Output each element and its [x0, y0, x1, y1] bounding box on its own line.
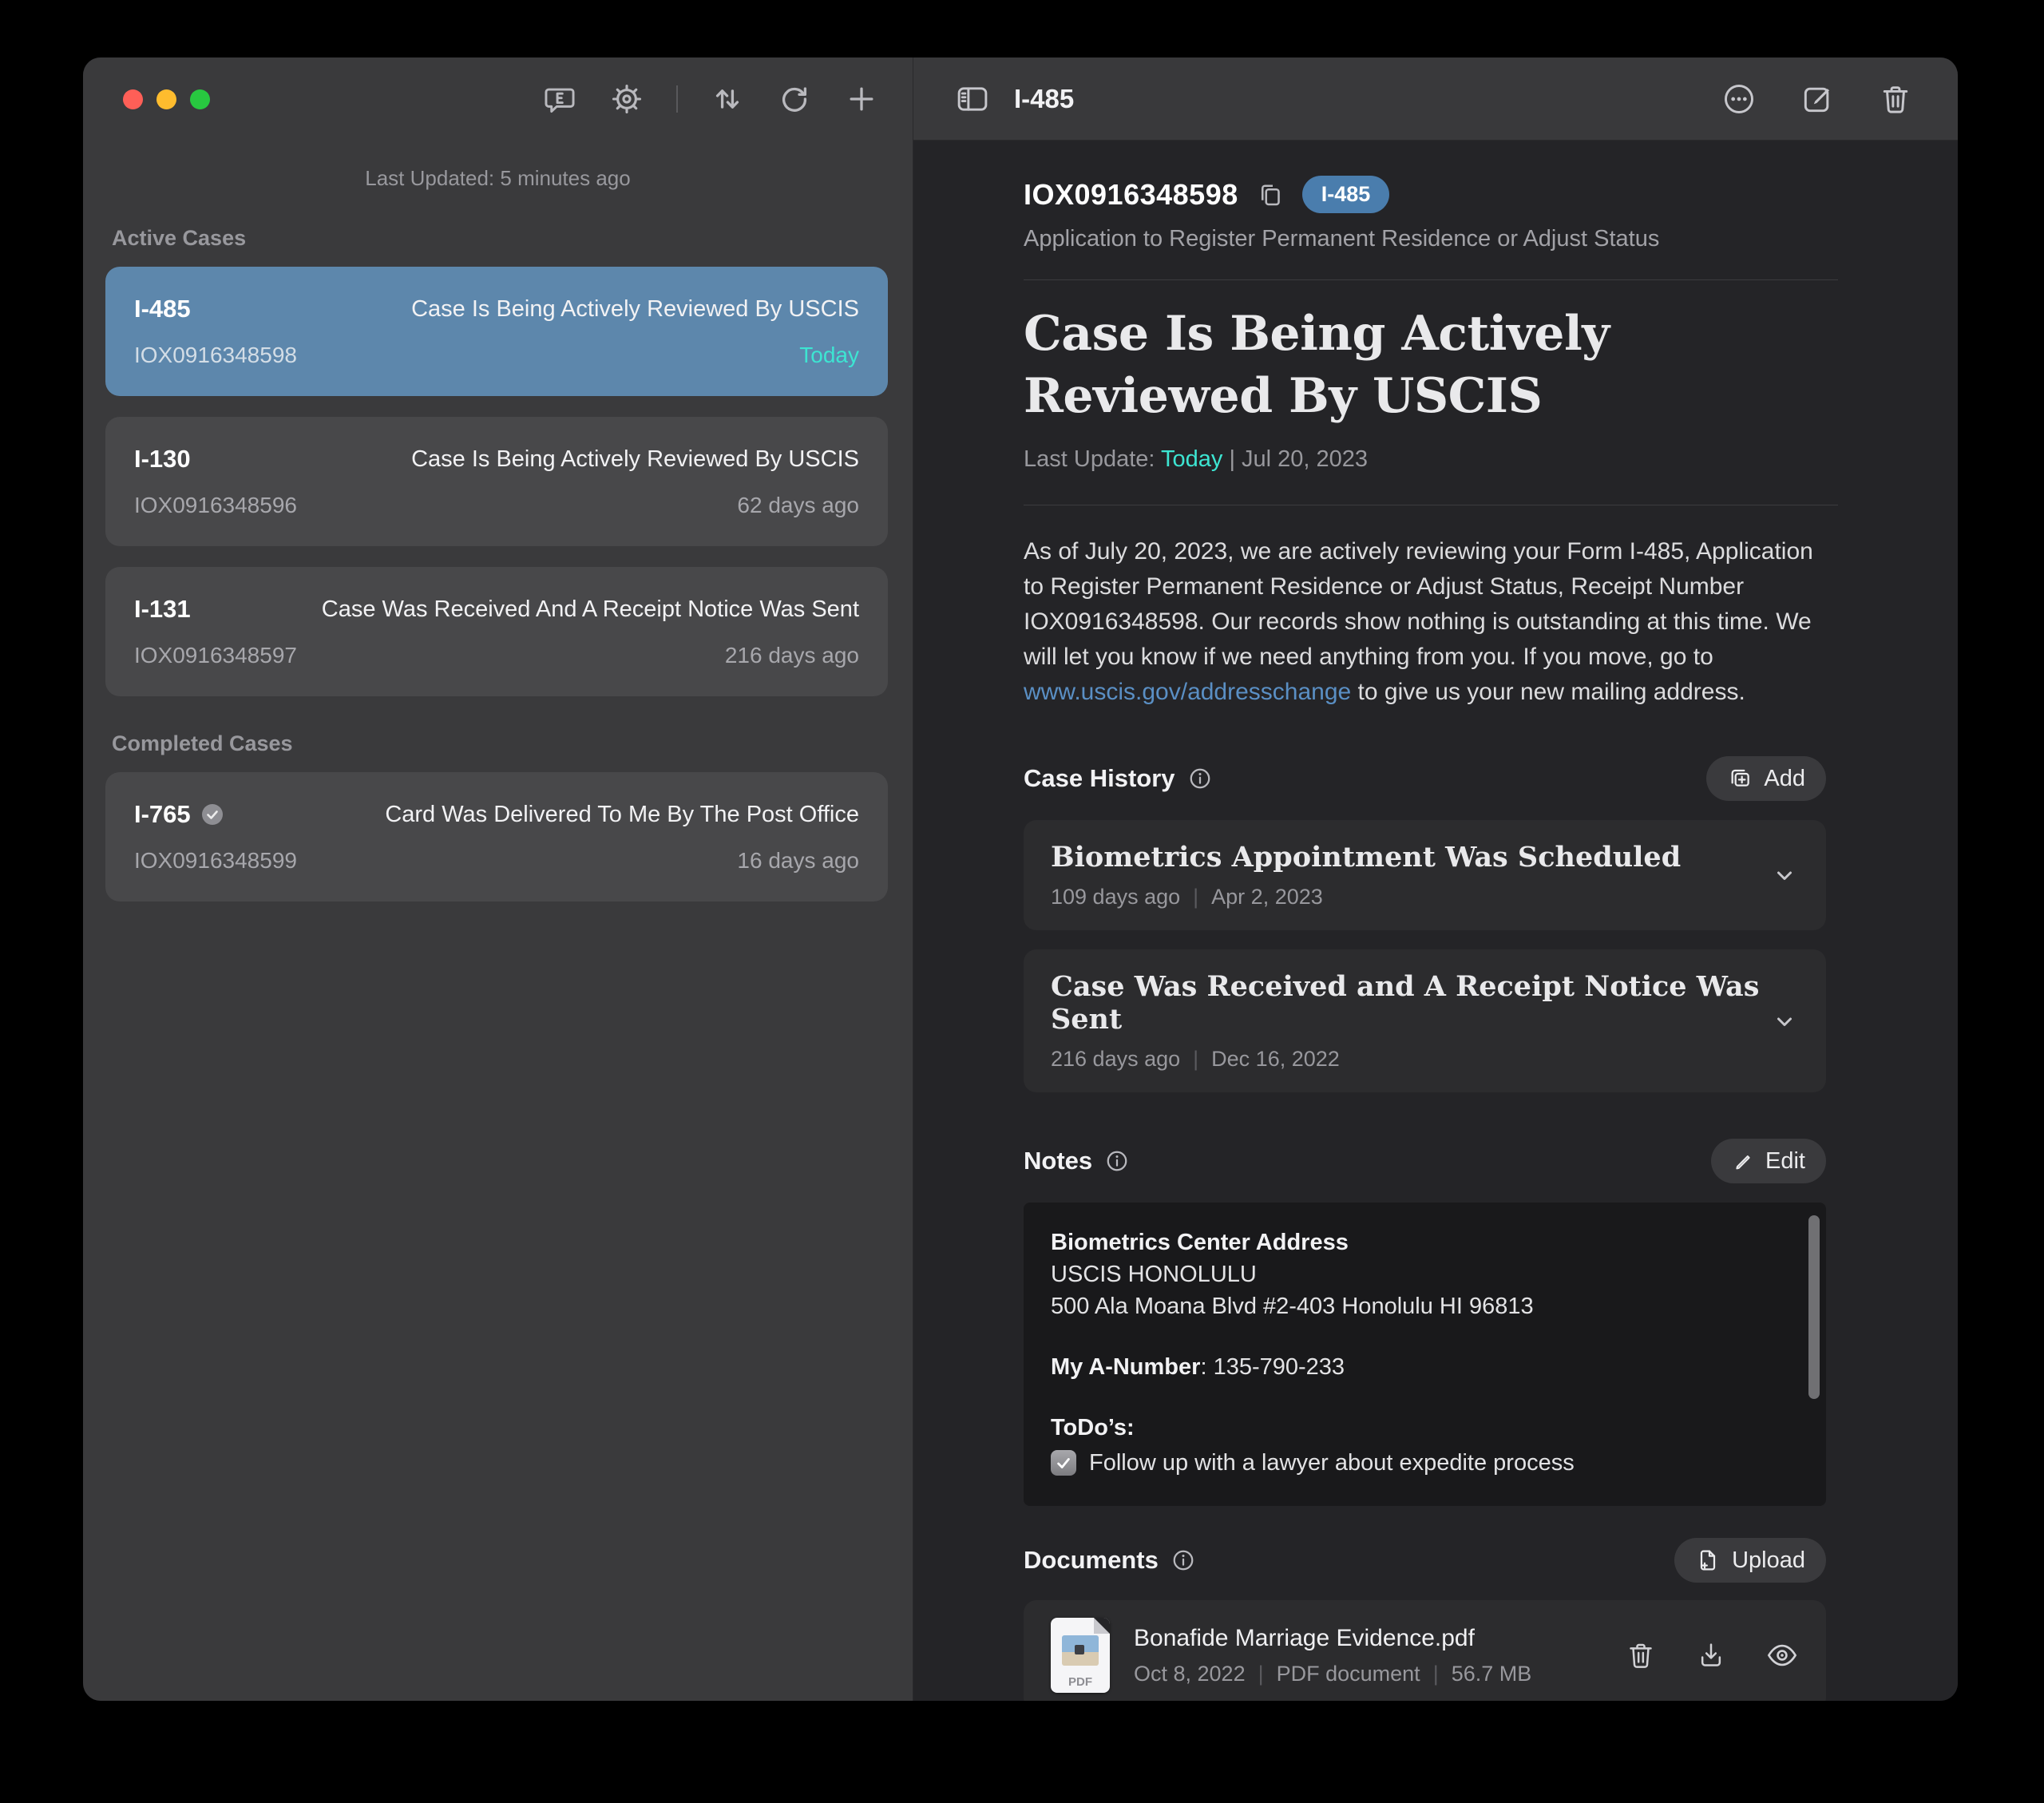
copy-icon[interactable] — [1256, 180, 1285, 209]
info-icon[interactable] — [1105, 1149, 1129, 1173]
case-row-i765[interactable]: I-765 Card Was Delivered To Me By The Po… — [105, 772, 888, 902]
detail-panel: I-485 — [913, 57, 1958, 1701]
pdf-file-icon: PDF — [1051, 1618, 1110, 1693]
notes-todo-label: ToDo’s: — [1051, 1412, 1778, 1444]
document-name: Bonafide Marriage Evidence.pdf — [1134, 1625, 1601, 1652]
delete-document-icon[interactable] — [1625, 1639, 1657, 1671]
download-document-icon[interactable] — [1695, 1639, 1727, 1671]
gear-icon[interactable] — [609, 81, 644, 117]
minimize-window-button[interactable] — [156, 89, 176, 109]
history-item-title: Case Was Received and A Receipt Notice W… — [1051, 970, 1770, 1036]
edit-notes-button[interactable]: Edit — [1711, 1139, 1826, 1183]
case-form-label: I-131 — [134, 595, 191, 624]
uscis-address-link[interactable]: www.uscis.gov/addresschange — [1024, 679, 1351, 705]
info-icon[interactable] — [1188, 767, 1212, 791]
case-status-headline: Case Is Being Actively Reviewed By USCIS — [1024, 303, 1838, 427]
case-form-label: I-130 — [134, 445, 191, 474]
case-row-i131[interactable]: I-131 Case Was Received And A Receipt No… — [105, 567, 888, 696]
case-receipt-number: IOX0916348599 — [134, 848, 297, 874]
notes-heading: Biometrics Center Address — [1051, 1226, 1778, 1258]
case-form-label: I-485 — [134, 295, 191, 323]
upload-document-button[interactable]: Upload — [1674, 1538, 1826, 1583]
more-icon[interactable] — [1721, 81, 1757, 117]
notes-line: USCIS HONOLULU — [1051, 1258, 1778, 1290]
notes-anumber: My A-Number: 135-790-233 — [1051, 1351, 1778, 1383]
eye-icon[interactable] — [1765, 1639, 1799, 1672]
history-item[interactable]: Case Was Received and A Receipt Notice W… — [1024, 949, 1826, 1092]
case-status-text: Case Was Received And A Receipt Notice W… — [322, 596, 859, 623]
app-window: Last Updated: 5 minutes ago Active Cases… — [83, 57, 1958, 1701]
todo-checkbox[interactable] — [1051, 1450, 1076, 1476]
form-description: Application to Register Permanent Reside… — [1024, 226, 1838, 252]
notes-editor[interactable]: Biometrics Center Address USCIS HONOLULU… — [1024, 1203, 1826, 1506]
case-status-text: Card Was Delivered To Me By The Post Off… — [385, 802, 859, 828]
case-receipt-number: IOX0916348597 — [134, 643, 297, 668]
section-label-completed: Completed Cases — [112, 731, 888, 756]
trash-icon[interactable] — [1878, 81, 1913, 117]
case-date: 62 days ago — [737, 493, 859, 518]
detail-header: I-485 — [913, 57, 1958, 141]
check-icon — [200, 802, 224, 826]
divider — [1024, 279, 1838, 280]
pencil-icon — [1732, 1150, 1754, 1172]
close-window-button[interactable] — [123, 89, 143, 109]
documents-title: Documents — [1024, 1546, 1195, 1575]
case-row-i130[interactable]: I-130 Case Is Being Actively Reviewed By… — [105, 417, 888, 546]
document-row[interactable]: PDF Bonafide Marriage Evidence.pdf Oct 8… — [1024, 1600, 1826, 1701]
case-row-i485[interactable]: I-485 Case Is Being Actively Reviewed By… — [105, 267, 888, 396]
panel-toggle-icon[interactable] — [955, 81, 990, 117]
history-item-title: Biometrics Appointment Was Scheduled — [1051, 841, 1681, 874]
receipt-number: IOX0916348598 — [1024, 178, 1238, 212]
last-update-line: Last Update: Today | Jul 20, 2023 — [1024, 446, 1838, 473]
window-controls — [123, 89, 210, 109]
sidebar: Last Updated: 5 minutes ago Active Cases… — [83, 57, 913, 1701]
case-status-text: Case Is Being Actively Reviewed By USCIS — [411, 446, 859, 473]
compose-icon[interactable] — [1800, 81, 1835, 117]
status-description: As of July 20, 2023, we are actively rev… — [1024, 534, 1830, 710]
history-item[interactable]: Biometrics Appointment Was Scheduled 109… — [1024, 820, 1826, 930]
upload-icon — [1695, 1547, 1721, 1573]
case-receipt-number: IOX0916348598 — [134, 343, 297, 368]
case-date: Today — [799, 343, 859, 368]
notes-line: 500 Ala Moana Blvd #2-403 Honolulu HI 96… — [1051, 1290, 1778, 1322]
notes-scrollbar[interactable] — [1808, 1215, 1820, 1399]
add-history-icon — [1727, 766, 1753, 791]
section-label-active: Active Cases — [112, 226, 888, 251]
chevron-down-icon[interactable] — [1770, 861, 1799, 890]
feedback-icon[interactable] — [542, 81, 577, 117]
notes-title: Notes — [1024, 1147, 1129, 1175]
info-icon[interactable] — [1171, 1548, 1195, 1572]
case-receipt-number: IOX0916348596 — [134, 493, 297, 518]
document-meta: Oct 8, 2022|PDF document|56.7 MB — [1134, 1662, 1601, 1686]
refresh-icon[interactable] — [777, 81, 812, 117]
sidebar-toolbar — [542, 81, 879, 117]
chevron-down-icon[interactable] — [1770, 1007, 1799, 1036]
case-history-title: Case History — [1024, 764, 1212, 793]
sidebar-header — [83, 57, 913, 141]
last-update-today: Today — [1161, 446, 1222, 472]
last-updated-text: Last Updated: 5 minutes ago — [83, 166, 913, 191]
case-status-text: Case Is Being Actively Reviewed By USCIS — [411, 296, 859, 323]
todo-item-text: Follow up with a lawyer about expedite p… — [1089, 1447, 1575, 1479]
detail-title: I-485 — [1014, 84, 1074, 114]
detail-body: IOX0916348598 I-485 Application to Regis… — [913, 141, 1958, 1701]
case-form-label: I-765 — [134, 800, 224, 829]
case-date: 16 days ago — [737, 848, 859, 874]
history-item-meta: 109 days ago|Apr 2, 2023 — [1051, 885, 1681, 909]
add-case-icon[interactable] — [844, 81, 879, 117]
zoom-window-button[interactable] — [190, 89, 210, 109]
add-history-button[interactable]: Add — [1706, 756, 1826, 801]
toolbar-divider — [676, 85, 678, 113]
sort-icon[interactable] — [710, 81, 745, 117]
history-item-meta: 216 days ago|Dec 16, 2022 — [1051, 1047, 1770, 1072]
case-list: Active Cases I-485 Case Is Being Activel… — [83, 191, 913, 922]
case-date: 216 days ago — [725, 643, 859, 668]
form-badge: I-485 — [1302, 176, 1390, 213]
